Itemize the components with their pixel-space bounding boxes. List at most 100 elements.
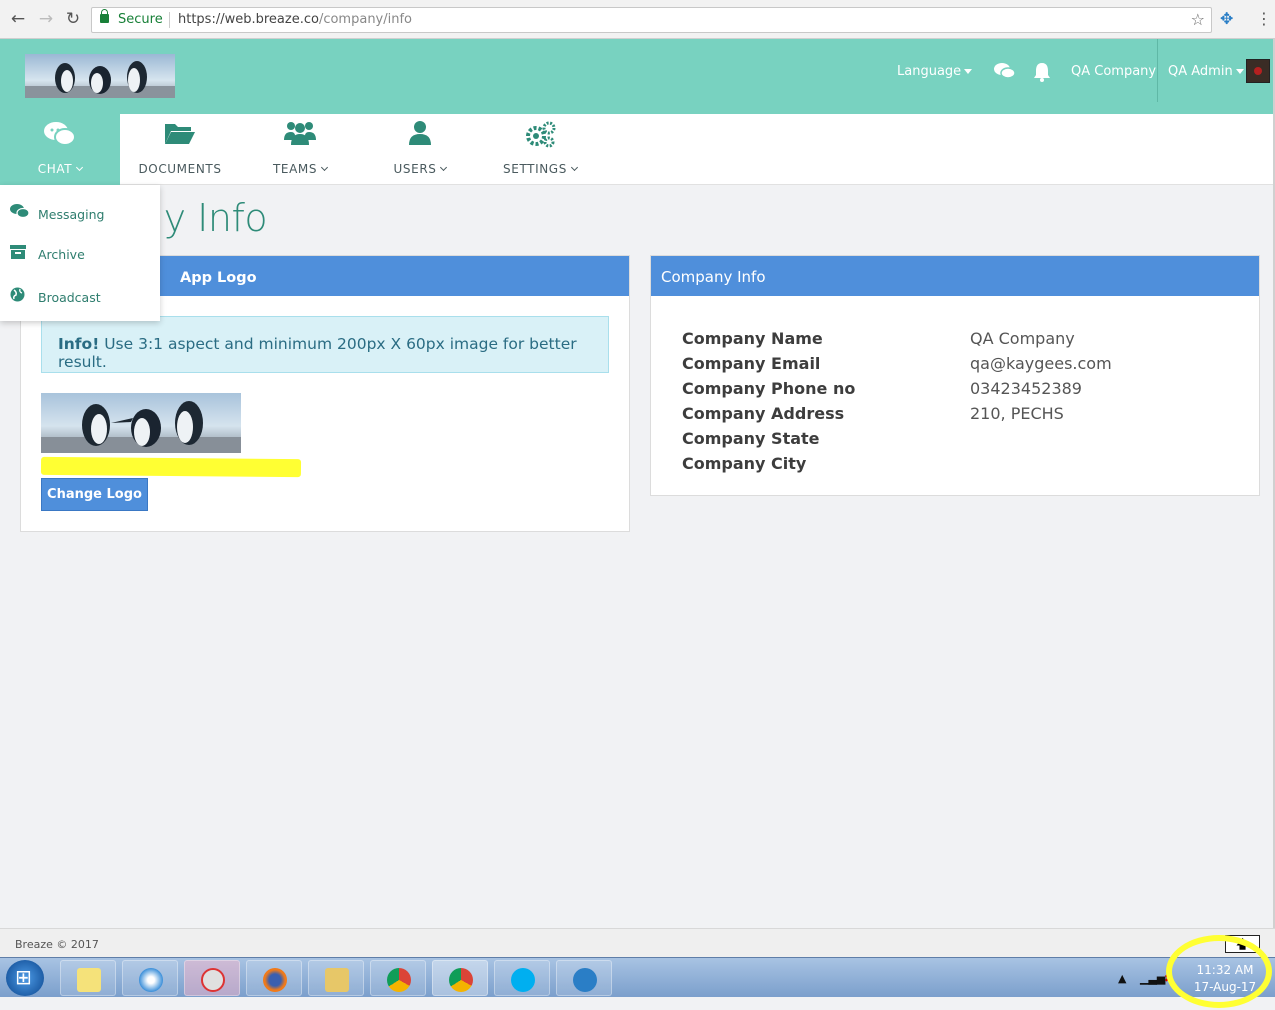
url-base: https://web.breaze.co [178,12,319,27]
language-dropdown[interactable]: Language [897,64,973,79]
caret-down-icon [964,69,973,74]
info-value: 210, PECHS [970,404,1064,423]
forward-icon[interactable]: → [36,9,56,29]
taskbar-item-snipping[interactable] [184,960,240,996]
info-value: qa@kaygees.com [970,354,1112,373]
logo-preview-image [41,393,241,453]
gears-icon [480,120,600,150]
chat-icon [0,120,120,150]
taskbar-item-chrome-active[interactable] [432,960,488,996]
taskbar-item-skype[interactable] [494,960,550,996]
bell-icon[interactable] [1033,62,1051,87]
reload-icon[interactable]: ↻ [63,9,83,29]
url-text[interactable]: https://web.breaze.co/company/info [178,12,412,27]
os-taskbar: ▲ ▁▃▅ ✖ 11:32 AM 17-Aug-17 [0,957,1275,997]
globe-icon [10,287,28,306]
app-logo[interactable] [25,54,175,98]
info-key: Company Email [682,354,821,373]
nav-label-documents: DOCUMENTS [138,162,222,176]
info-alert: Info! Use 3:1 aspect and minimum 200px X… [41,316,609,373]
info-value: QA Company [970,329,1075,348]
info-value: 03423452389 [970,379,1082,398]
nav-label-settings: SETTINGS [480,162,600,176]
secure-label: Secure [118,12,163,27]
info-key: Company Name [682,329,823,348]
nav-label-teams: TEAMS [240,162,360,176]
info-key: Company Phone no [682,379,856,398]
app-icon [573,968,597,992]
folder-icon [120,120,240,150]
nav-item-settings[interactable]: SETTINGS [480,114,600,185]
firefox-icon [263,968,287,992]
browser-toolbar: ← → ↻ Secure https://web.breaze.co/compa… [0,0,1275,39]
info-key: Company City [682,454,807,473]
dropdown-label-messaging: Messaging [38,207,105,222]
highlight-annotation [40,456,302,478]
archive-icon [10,245,28,263]
dropdown-label-broadcast: Broadcast [38,290,101,305]
taskbar-item-chrome[interactable] [370,960,426,996]
language-label: Language [897,64,962,79]
user-label: QA Admin [1168,64,1233,79]
dropdown-label-archive: Archive [38,247,85,262]
caret-down-icon [1235,69,1244,74]
nav-item-teams[interactable]: TEAMS [240,114,360,185]
info-alert-strong: Info! [58,335,100,353]
nav-item-documents[interactable]: DOCUMENTS [120,114,240,185]
app-logo-panel-title: App Logo [180,270,257,286]
info-key: Company State [682,429,820,448]
chrome-icon [449,968,473,992]
nav-item-chat[interactable]: CHAT [0,114,120,185]
chevron-down-icon [570,163,578,172]
network-icon[interactable]: ▁▃▅ [1140,972,1165,985]
chat-bubbles-icon[interactable] [994,62,1016,85]
company-info-panel-header: Company Info [651,256,1259,296]
address-separator [169,12,170,28]
user-icon [360,120,480,150]
footer-copyright: Breaze © 2017 [15,938,99,951]
nav-label-chat: CHAT [0,162,120,176]
dropdown-item-messaging[interactable]: Messaging [10,203,104,225]
chevron-down-icon [440,163,448,172]
tray-expand-icon[interactable]: ▲ [1118,972,1126,985]
avatar[interactable] [1246,59,1270,83]
browser-menu-icon[interactable]: ⋮ [1256,9,1272,28]
company-info-panel-title: Company Info [661,268,766,286]
taskbar-item-explorer[interactable] [308,960,364,996]
info-key: Company Address [682,404,845,423]
taskbar-item-safari[interactable] [122,960,178,996]
folder-icon [325,968,349,992]
back-icon[interactable]: ← [8,9,28,29]
nav-label-users: USERS [360,162,480,176]
main-nav: CHAT DOCUMENTS TEAMS USERS SETTINGS [0,114,1275,185]
extension-icon[interactable]: ✥ [1220,9,1233,28]
team-icon [240,120,360,150]
user-dropdown[interactable]: QA Admin [1168,64,1244,79]
chrome-icon [387,968,411,992]
change-logo-button[interactable]: Change Logo [41,478,148,511]
lock-icon [100,9,109,23]
start-button[interactable] [6,960,44,996]
sticky-notes-icon [77,968,101,992]
company-info-panel: Company Info Company Name QA Company Com… [650,255,1260,496]
chevron-down-icon [76,163,84,172]
chat-dropdown-menu: Messaging Archive Broadcast [0,185,160,321]
company-link[interactable]: QA Company [1071,64,1156,79]
taskbar-item-firefox[interactable] [246,960,302,996]
scissors-icon [201,968,225,992]
highlight-circle-annotation [1166,935,1272,1008]
address-bar[interactable]: Secure https://web.breaze.co/company/inf… [91,7,1212,33]
dropdown-item-archive[interactable]: Archive [10,245,85,267]
taskbar-item-teamcity[interactable] [556,960,612,996]
skype-icon [511,968,535,992]
nav-item-users[interactable]: USERS [360,114,480,185]
dropdown-item-broadcast[interactable]: Broadcast [10,287,101,309]
messaging-icon [10,203,30,223]
chevron-down-icon [321,163,329,172]
app-header: Language QA Company QA Admin [0,39,1275,114]
info-alert-text: Use 3:1 aspect and minimum 200px X 60px … [58,335,577,371]
bookmark-star-icon[interactable]: ☆ [1191,10,1205,29]
url-path: /company/info [318,12,413,27]
header-divider [1157,39,1158,102]
taskbar-item-notes[interactable] [60,960,116,996]
